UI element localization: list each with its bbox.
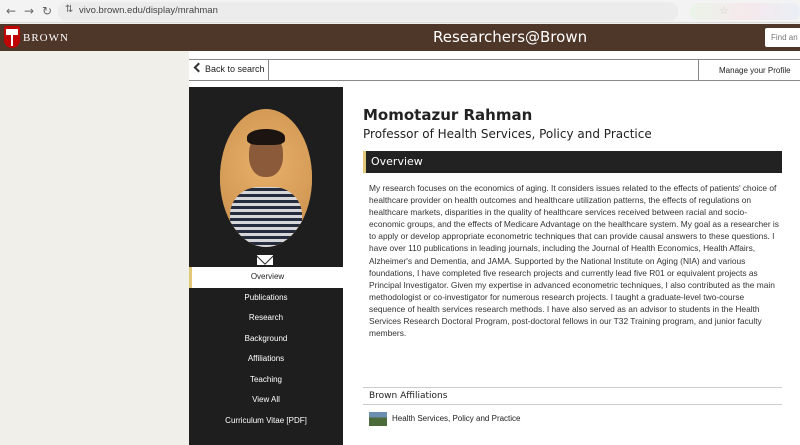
profile-topbar: Back to search Manage your Profile [189, 59, 800, 81]
sidebar-item-affiliations[interactable]: Affiliations [189, 349, 343, 370]
sidebar-item-publications[interactable]: Publications [189, 288, 343, 309]
sidebar-item-view-all[interactable]: View All [189, 390, 343, 411]
site-title[interactable]: Researchers@Brown [433, 28, 587, 46]
overview-section-header: Overview [363, 151, 782, 173]
chevron-left-icon [193, 62, 204, 73]
profile-name: Momotazur Rahman [363, 106, 533, 124]
affiliations-heading: Brown Affiliations [369, 391, 448, 401]
profile-sidebar: Overview Publications Research Backgroun… [189, 87, 343, 445]
brand-logo-text[interactable]: BROWN [23, 32, 69, 44]
affiliation-thumbnail[interactable] [369, 412, 387, 426]
site-info-icon[interactable]: ⇅ [65, 4, 73, 15]
topbar-divider [268, 60, 269, 80]
site-header: BROWN Researchers@Brown Find an e [0, 24, 800, 51]
extension-area [690, 3, 800, 20]
sidebar-item-teaching[interactable]: Teaching [189, 370, 343, 391]
affiliations-section-header: Brown Affiliations [363, 387, 782, 405]
brown-shield-icon[interactable] [4, 26, 20, 48]
back-to-search-label: Back to search [205, 64, 265, 74]
affiliation-link[interactable]: Health Services, Policy and Practice [392, 414, 521, 423]
sidebar-item-overview[interactable]: Overview [189, 267, 343, 288]
back-to-search-link[interactable]: Back to search [193, 62, 265, 74]
profile-content: Back to search Manage your Profile Overv… [189, 51, 800, 445]
sidebar-item-background[interactable]: Background [189, 329, 343, 350]
overview-bio: My research focuses on the economics of … [369, 183, 779, 339]
profile-photo [220, 109, 312, 247]
address-bar[interactable]: ⇅ vivo.brown.edu/display/mrahman ☆ [58, 2, 729, 21]
sidebar-item-research[interactable]: Research [189, 308, 343, 329]
search-input[interactable]: Find an e [765, 28, 800, 47]
forward-arrow-icon[interactable]: → [22, 4, 36, 18]
topbar-divider [698, 60, 699, 80]
sidebar-menu: Overview Publications Research Backgroun… [189, 267, 343, 431]
browser-toolbar: ← → ↻ ⇅ vivo.brown.edu/display/mrahman ☆ [0, 0, 800, 23]
back-arrow-icon[interactable]: ← [4, 4, 18, 18]
profile-title: Professor of Health Services, Policy and… [363, 127, 652, 141]
reload-icon[interactable]: ↻ [40, 4, 54, 18]
overview-heading: Overview [371, 155, 423, 168]
email-envelope-icon[interactable] [257, 255, 273, 265]
sidebar-item-cv[interactable]: Curriculum Vitae [PDF] [189, 411, 343, 432]
url-text[interactable]: vivo.brown.edu/display/mrahman [79, 5, 218, 16]
manage-profile-link[interactable]: Manage your Profile [719, 66, 791, 75]
